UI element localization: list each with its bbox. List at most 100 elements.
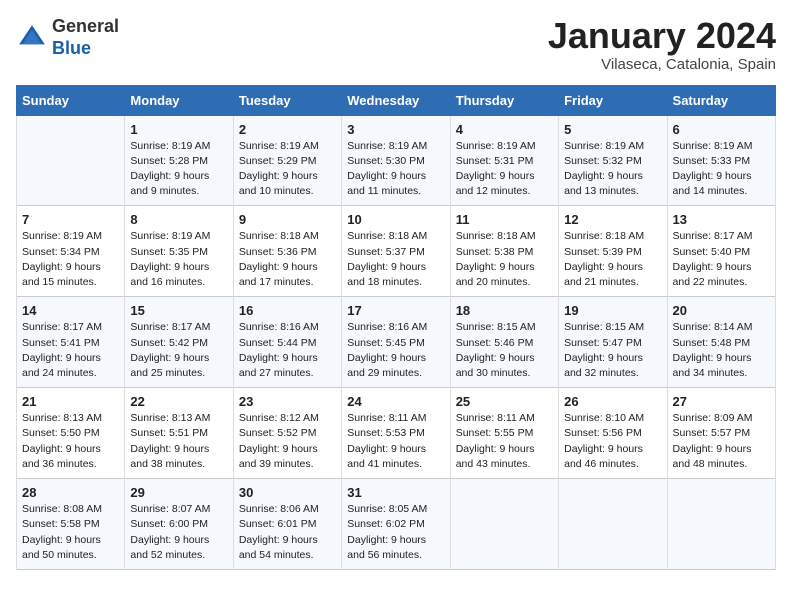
calendar-cell: 16Sunrise: 8:16 AM Sunset: 5:44 PM Dayli…	[233, 297, 341, 388]
calendar-cell: 8 Sunrise: 8:19 AM Sunset: 5:35 PM Daylig…	[125, 206, 233, 297]
day-content: Sunrise: 8:12 AM Sunset: 5:52 PM Dayligh…	[239, 411, 336, 472]
calendar-cell: 15Sunrise: 8:17 AM Sunset: 5:42 PM Dayli…	[125, 297, 233, 388]
calendar-cell: 29 Sunrise: 8:07 AM Sunset: 6:00 PM Dayli…	[125, 479, 233, 570]
day-number: 6	[673, 122, 770, 137]
calendar-cell: 28Sunrise: 8:08 AM Sunset: 5:58 PM Dayli…	[17, 479, 125, 570]
calendar-cell: 25 Sunrise: 8:11 AM Sunset: 5:55 PM Dayli…	[450, 388, 558, 479]
day-content: Sunrise: 8:10 AM Sunset: 5:56 PM Dayligh…	[564, 411, 661, 472]
day-content: Sunrise: 8:11 AM Sunset: 5:55 PM Dayligh…	[456, 411, 553, 472]
day-content: Sunrise: 8:08 AM Sunset: 5:58 PM Dayligh…	[22, 502, 119, 563]
day-number: 31	[347, 485, 444, 500]
day-content: Sunrise: 8:07 AM Sunset: 6:00 PM Dayligh…	[130, 502, 227, 563]
day-number: 13	[673, 212, 770, 227]
weekday-header: Monday	[125, 85, 233, 115]
day-content: Sunrise: 8:19 AM Sunset: 5:28 PM Dayligh…	[130, 139, 227, 200]
month-title: January 2024	[548, 16, 776, 56]
day-content: Sunrise: 8:19 AM Sunset: 5:30 PM Dayligh…	[347, 139, 444, 200]
weekday-header-row: SundayMondayTuesdayWednesdayThursdayFrid…	[17, 85, 776, 115]
calendar-cell: 21 Sunrise: 8:13 AM Sunset: 5:50 PM Dayli…	[17, 388, 125, 479]
calendar-cell: 5Sunrise: 8:19 AM Sunset: 5:32 PM Daylig…	[559, 115, 667, 206]
day-content: Sunrise: 8:16 AM Sunset: 5:44 PM Dayligh…	[239, 320, 336, 381]
weekday-header: Thursday	[450, 85, 558, 115]
day-content: Sunrise: 8:05 AM Sunset: 6:02 PM Dayligh…	[347, 502, 444, 563]
day-content: Sunrise: 8:09 AM Sunset: 5:57 PM Dayligh…	[673, 411, 770, 472]
day-number: 25	[456, 394, 553, 409]
day-content: Sunrise: 8:19 AM Sunset: 5:29 PM Dayligh…	[239, 139, 336, 200]
day-number: 7	[22, 212, 119, 227]
calendar-cell: 22Sunrise: 8:13 AM Sunset: 5:51 PM Dayli…	[125, 388, 233, 479]
day-content: Sunrise: 8:17 AM Sunset: 5:40 PM Dayligh…	[673, 229, 770, 290]
weekday-header: Saturday	[667, 85, 775, 115]
weekday-header: Tuesday	[233, 85, 341, 115]
calendar-cell: 7 Sunrise: 8:19 AM Sunset: 5:34 PM Daylig…	[17, 206, 125, 297]
day-number: 10	[347, 212, 444, 227]
location-subtitle: Vilaseca, Catalonia, Spain	[548, 56, 776, 73]
title-block: January 2024 Vilaseca, Catalonia, Spain	[548, 16, 776, 73]
calendar-cell: 19 Sunrise: 8:15 AM Sunset: 5:47 PM Dayli…	[559, 297, 667, 388]
day-content: Sunrise: 8:19 AM Sunset: 5:33 PM Dayligh…	[673, 139, 770, 200]
day-content: Sunrise: 8:18 AM Sunset: 5:37 PM Dayligh…	[347, 229, 444, 290]
calendar-table: SundayMondayTuesdayWednesdayThursdayFrid…	[16, 85, 776, 570]
calendar-week-row: 7 Sunrise: 8:19 AM Sunset: 5:34 PM Daylig…	[17, 206, 776, 297]
logo-icon	[16, 22, 48, 54]
day-content: Sunrise: 8:14 AM Sunset: 5:48 PM Dayligh…	[673, 320, 770, 381]
calendar-cell: 2 Sunrise: 8:19 AM Sunset: 5:29 PM Daylig…	[233, 115, 341, 206]
day-number: 1	[130, 122, 227, 137]
day-content: Sunrise: 8:17 AM Sunset: 5:41 PM Dayligh…	[22, 320, 119, 381]
calendar-cell: 14 Sunrise: 8:17 AM Sunset: 5:41 PM Dayli…	[17, 297, 125, 388]
day-number: 9	[239, 212, 336, 227]
calendar-cell: 9 Sunrise: 8:18 AM Sunset: 5:36 PM Daylig…	[233, 206, 341, 297]
day-number: 3	[347, 122, 444, 137]
day-number: 22	[130, 394, 227, 409]
day-content: Sunrise: 8:15 AM Sunset: 5:47 PM Dayligh…	[564, 320, 661, 381]
calendar-cell: 17 Sunrise: 8:16 AM Sunset: 5:45 PM Dayli…	[342, 297, 450, 388]
calendar-week-row: 28Sunrise: 8:08 AM Sunset: 5:58 PM Dayli…	[17, 479, 776, 570]
calendar-week-row: 14 Sunrise: 8:17 AM Sunset: 5:41 PM Dayli…	[17, 297, 776, 388]
day-number: 2	[239, 122, 336, 137]
day-number: 29	[130, 485, 227, 500]
day-number: 21	[22, 394, 119, 409]
day-number: 19	[564, 303, 661, 318]
day-content: Sunrise: 8:13 AM Sunset: 5:50 PM Dayligh…	[22, 411, 119, 472]
day-content: Sunrise: 8:19 AM Sunset: 5:34 PM Dayligh…	[22, 229, 119, 290]
day-content: Sunrise: 8:15 AM Sunset: 5:46 PM Dayligh…	[456, 320, 553, 381]
day-number: 30	[239, 485, 336, 500]
day-number: 4	[456, 122, 553, 137]
calendar-cell: 11Sunrise: 8:18 AM Sunset: 5:38 PM Dayli…	[450, 206, 558, 297]
day-number: 18	[456, 303, 553, 318]
day-number: 23	[239, 394, 336, 409]
calendar-cell: 24Sunrise: 8:11 AM Sunset: 5:53 PM Dayli…	[342, 388, 450, 479]
day-content: Sunrise: 8:18 AM Sunset: 5:39 PM Dayligh…	[564, 229, 661, 290]
calendar-cell: 26Sunrise: 8:10 AM Sunset: 5:56 PM Dayli…	[559, 388, 667, 479]
day-content: Sunrise: 8:19 AM Sunset: 5:35 PM Dayligh…	[130, 229, 227, 290]
day-content: Sunrise: 8:16 AM Sunset: 5:45 PM Dayligh…	[347, 320, 444, 381]
day-number: 12	[564, 212, 661, 227]
calendar-cell	[559, 479, 667, 570]
calendar-cell: 30Sunrise: 8:06 AM Sunset: 6:01 PM Dayli…	[233, 479, 341, 570]
weekday-header: Sunday	[17, 85, 125, 115]
day-content: Sunrise: 8:19 AM Sunset: 5:31 PM Dayligh…	[456, 139, 553, 200]
calendar-cell: 4 Sunrise: 8:19 AM Sunset: 5:31 PM Daylig…	[450, 115, 558, 206]
day-number: 20	[673, 303, 770, 318]
weekday-header: Wednesday	[342, 85, 450, 115]
calendar-cell	[667, 479, 775, 570]
logo-blue-text: Blue	[52, 38, 91, 58]
calendar-cell: 13 Sunrise: 8:17 AM Sunset: 5:40 PM Dayli…	[667, 206, 775, 297]
day-number: 5	[564, 122, 661, 137]
day-number: 14	[22, 303, 119, 318]
day-content: Sunrise: 8:18 AM Sunset: 5:36 PM Dayligh…	[239, 229, 336, 290]
calendar-cell: 10 Sunrise: 8:18 AM Sunset: 5:37 PM Dayli…	[342, 206, 450, 297]
calendar-cell: 3 Sunrise: 8:19 AM Sunset: 5:30 PM Daylig…	[342, 115, 450, 206]
day-content: Sunrise: 8:18 AM Sunset: 5:38 PM Dayligh…	[456, 229, 553, 290]
day-number: 17	[347, 303, 444, 318]
day-content: Sunrise: 8:11 AM Sunset: 5:53 PM Dayligh…	[347, 411, 444, 472]
page-header: General Blue January 2024 Vilaseca, Cata…	[16, 16, 776, 73]
logo: General Blue	[16, 16, 119, 59]
calendar-cell: 31 Sunrise: 8:05 AM Sunset: 6:02 PM Dayli…	[342, 479, 450, 570]
calendar-cell: 23 Sunrise: 8:12 AM Sunset: 5:52 PM Dayli…	[233, 388, 341, 479]
calendar-cell: 6 Sunrise: 8:19 AM Sunset: 5:33 PM Daylig…	[667, 115, 775, 206]
calendar-cell: 1 Sunrise: 8:19 AM Sunset: 5:28 PM Daylig…	[125, 115, 233, 206]
day-number: 15	[130, 303, 227, 318]
day-number: 8	[130, 212, 227, 227]
calendar-cell: 18 Sunrise: 8:15 AM Sunset: 5:46 PM Dayli…	[450, 297, 558, 388]
